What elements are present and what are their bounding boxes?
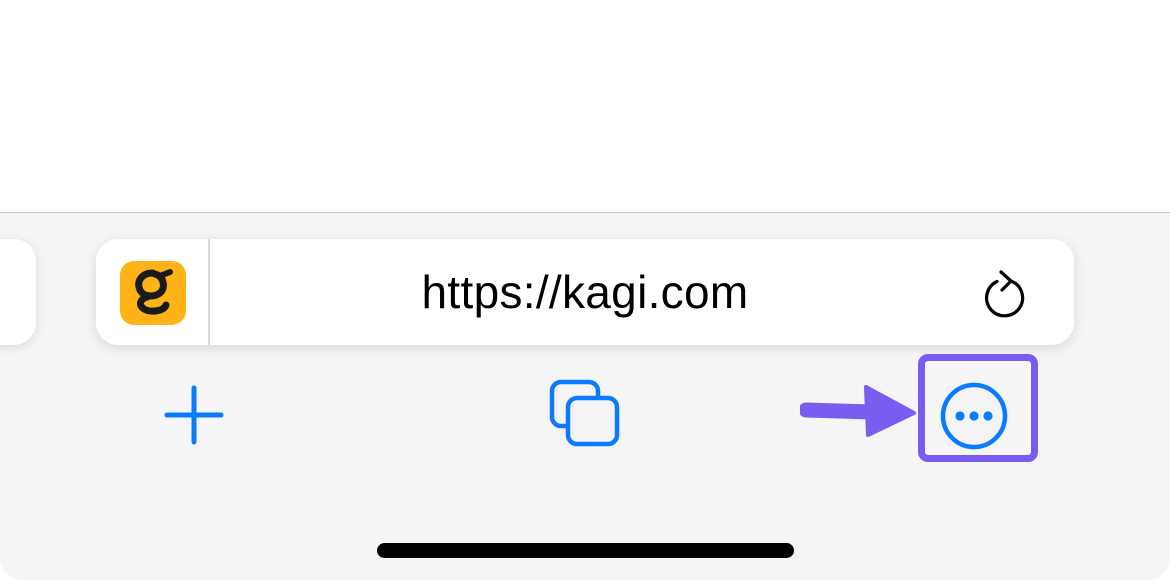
- previous-tab-card[interactable]: [0, 239, 36, 345]
- home-indicator: [377, 543, 794, 558]
- arrow-right-icon: [798, 385, 918, 437]
- url-text[interactable]: https://kagi.com: [210, 239, 960, 345]
- tabs-overview-icon[interactable]: [548, 379, 622, 449]
- ellipsis-circle-icon[interactable]: [940, 382, 1008, 450]
- reload-icon[interactable]: [980, 269, 1028, 321]
- plus-icon[interactable]: [164, 385, 224, 445]
- site-favicon-container[interactable]: [96, 239, 210, 345]
- web-page-content: [0, 0, 1170, 212]
- kagi-logo-icon: [120, 261, 186, 325]
- address-bar[interactable]: https://kagi.com: [96, 239, 1074, 345]
